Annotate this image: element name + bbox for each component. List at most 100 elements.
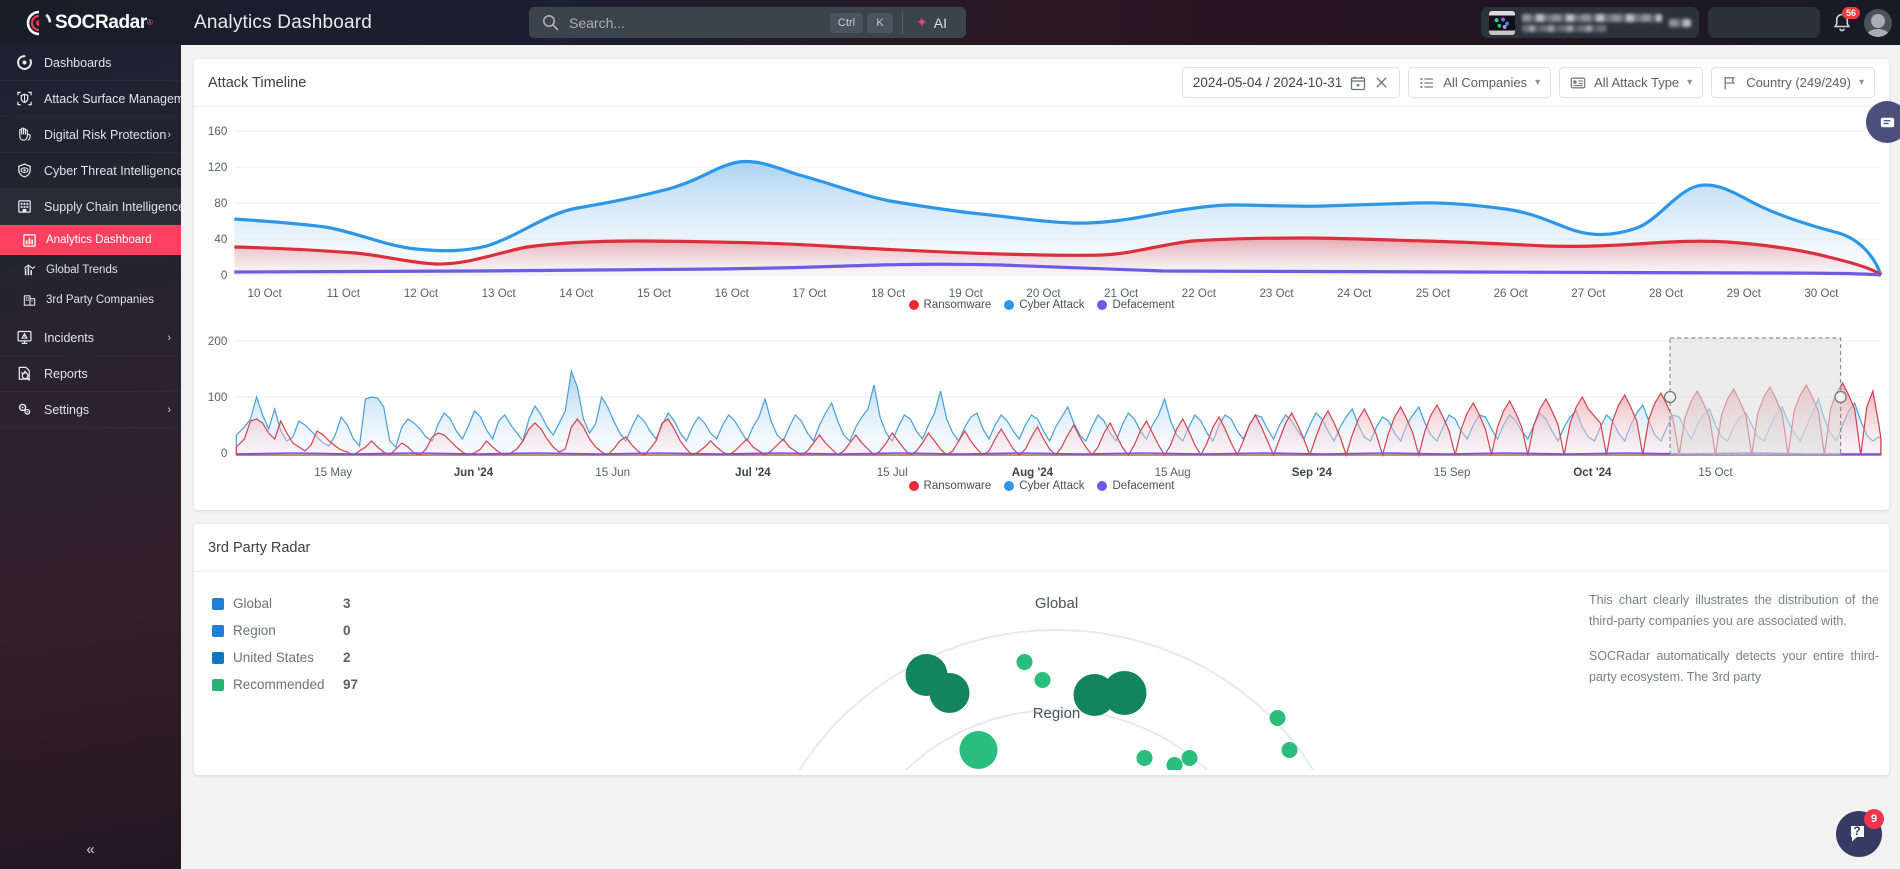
brush-handle-right[interactable]	[1834, 390, 1847, 404]
sidebar-item-cyber-threat-intelligence[interactable]: Cyber Threat Intelligence ›	[0, 153, 181, 189]
sidebar-collapse-button[interactable]: «	[0, 829, 181, 869]
sidebar-item-incidents[interactable]: Incidents ›	[0, 320, 181, 356]
sidebar-item-label: Global Trends	[46, 264, 118, 276]
brush-selection[interactable]	[1663, 337, 1847, 456]
sidebar-item-dashboards[interactable]: Dashboards	[0, 45, 181, 81]
sidebar-item-chevron: ›	[167, 128, 171, 141]
sidebar-item-global-trends[interactable]: Global Trends	[0, 255, 181, 285]
legend-label: Ransomware	[923, 299, 992, 311]
overview-chart-legend: Ransomware Cyber Attack Defacement	[194, 480, 1889, 492]
supply-chain-icon	[14, 198, 35, 215]
companies-filter[interactable]: All Companies ▾	[1408, 67, 1552, 98]
page-title: Analytics Dashboard	[194, 11, 373, 33]
svg-text:27 Oct: 27 Oct	[1571, 288, 1606, 300]
svg-text:15 Aug: 15 Aug	[1155, 467, 1191, 479]
svg-text:22 Oct: 22 Oct	[1182, 288, 1217, 300]
kbd-ctrl: Ctrl	[829, 12, 864, 33]
third-party-radar-card: 3rd Party Radar Global 3 Region 0 United…	[194, 524, 1889, 869]
sidebar-item-digital-risk-protection[interactable]: Digital Risk Protection ›	[0, 117, 181, 153]
radar-legend-label: Global	[233, 596, 273, 611]
top-bar: SOCRadar ® Analytics Dashboard Search...…	[0, 0, 1900, 45]
help-badge: 9	[1864, 809, 1884, 829]
attack-timeline-charts: 160 120 80 40 0 10 Oct 11 Oct 12 Oct 13 …	[194, 107, 1889, 510]
org-thumbnail-icon	[1489, 10, 1515, 35]
sidebar-item-supply-chain-intelligence[interactable]: Supply Chain Intelligence ⌄	[0, 189, 181, 225]
radar-legend-row[interactable]: Global 3	[212, 590, 524, 617]
radar-legend-row[interactable]: United States 2	[212, 644, 524, 671]
svg-text:Sep '24: Sep '24	[1292, 467, 1333, 479]
sidebar-item-label: Attack Surface Management	[44, 91, 181, 106]
reports-icon	[14, 365, 35, 382]
radar-legend-value: 2	[343, 650, 351, 665]
radar-legend-row[interactable]: Region 0	[212, 617, 524, 644]
help-button[interactable]: ? 9	[1836, 809, 1884, 857]
svg-text:23 Oct: 23 Oct	[1259, 288, 1294, 300]
attack-type-filter-label: All Attack Type	[1594, 75, 1680, 90]
legend-label: Cyber Attack	[1019, 299, 1085, 311]
radar-chart[interactable]: Global Region	[524, 590, 1589, 869]
radar-legend-label: United States	[233, 650, 315, 665]
svg-text:18 Oct: 18 Oct	[871, 288, 906, 300]
global-trends-icon	[20, 263, 38, 278]
svg-text:Aug '24: Aug '24	[1012, 467, 1054, 479]
avatar[interactable]	[1864, 8, 1892, 37]
logo[interactable]: SOCRadar ®	[0, 9, 180, 36]
radar-paragraph: SOCRadar automatically detects your enti…	[1589, 649, 1879, 684]
radar-swatch-recommended	[212, 678, 224, 691]
attack-type-filter[interactable]: All Attack Type ▾	[1559, 67, 1704, 98]
calendar-icon[interactable]	[1350, 75, 1366, 91]
radar-ring-label-global: Global	[1035, 595, 1078, 612]
attack-timeline-detail-chart[interactable]: 160 120 80 40 0 10 Oct 11 Oct 12 Oct 13 …	[194, 113, 1889, 303]
country-filter[interactable]: Country (249/249) ▾	[1711, 67, 1875, 98]
org-selector[interactable]	[1481, 7, 1699, 38]
date-range-picker[interactable]: 2024-05-04 / 2024-10-31	[1181, 67, 1401, 98]
search-input[interactable]: Search...	[569, 15, 826, 31]
radar-body: Global 3 Region 0 United States 2 Recomm…	[194, 572, 1889, 869]
svg-text:24 Oct: 24 Oct	[1337, 288, 1372, 300]
org-code-redacted	[1669, 18, 1691, 27]
sidebar-item-settings[interactable]: Settings ›	[0, 392, 181, 428]
org-name-redacted	[1522, 13, 1662, 32]
legend-item-cyber-attack[interactable]: Cyber Attack	[1004, 480, 1084, 492]
radar-title: 3rd Party Radar	[208, 539, 311, 556]
side-panel-toggle[interactable]	[1866, 101, 1900, 143]
radar-legend-value: 97	[343, 677, 359, 692]
notification-badge: 56	[1841, 6, 1860, 19]
legend-item-ransomware[interactable]: Ransomware	[908, 299, 992, 311]
legend-item-defacement[interactable]: Defacement	[1097, 299, 1174, 311]
clear-date-icon[interactable]	[1374, 75, 1389, 90]
ai-button[interactable]: ✦ AI	[910, 10, 959, 35]
legend-item-ransomware[interactable]: Ransomware	[908, 480, 991, 492]
sidebar-item-reports[interactable]: Reports	[0, 356, 181, 392]
brush-handle-left[interactable]	[1663, 390, 1677, 404]
notifications-button[interactable]: 56	[1829, 6, 1860, 36]
socradar-logo-icon	[26, 9, 53, 36]
radar-paragraph: This chart clearly illustrates the distr…	[1589, 593, 1879, 628]
legend-item-defacement[interactable]: Defacement	[1097, 480, 1174, 492]
search-bar[interactable]: Search... Ctrl K ✦ AI	[529, 7, 966, 38]
radar-bubble-chart[interactable]: Global Region	[524, 590, 1589, 869]
status-pill[interactable]	[1708, 7, 1820, 38]
body: Dashboards Attack Surface Management › D…	[0, 45, 1900, 869]
sidebar-item-chevron: ›	[167, 331, 171, 344]
sidebar-item-3rd-party-companies[interactable]: 3rd Party Companies	[0, 285, 181, 315]
attack-timeline-overview-chart[interactable]: 200 100 0 15 May Jun '24 15 Jun Jul '24 …	[194, 329, 1889, 484]
legend-item-cyber-attack[interactable]: Cyber Attack	[1004, 299, 1084, 311]
svg-text:0: 0	[221, 270, 227, 282]
date-range-value[interactable]: 2024-05-04 / 2024-10-31	[1193, 75, 1342, 90]
svg-text:120: 120	[208, 162, 227, 174]
sidebar-item-analytics-dashboard[interactable]: Analytics Dashboard	[0, 225, 181, 255]
radar-legend-row[interactable]: Recommended 97	[212, 671, 524, 698]
sidebar-item-label: Incidents	[44, 330, 95, 345]
legend-dot-cyber-attack	[1004, 300, 1015, 310]
sidebar-item-label: Digital Risk Protection	[44, 127, 167, 142]
overview-defacement-line	[236, 452, 1881, 455]
top-bar-right: 56	[1481, 0, 1900, 45]
companies-filter-label: All Companies	[1443, 75, 1528, 90]
sidebar-item-label: Settings	[44, 402, 90, 417]
radar-legend-value: 0	[343, 623, 351, 638]
status-redacted	[1716, 17, 1812, 28]
radar-description: This chart clearly illustrates the distr…	[1589, 590, 1889, 775]
sidebar-item-attack-surface-management[interactable]: Attack Surface Management ›	[0, 81, 181, 117]
